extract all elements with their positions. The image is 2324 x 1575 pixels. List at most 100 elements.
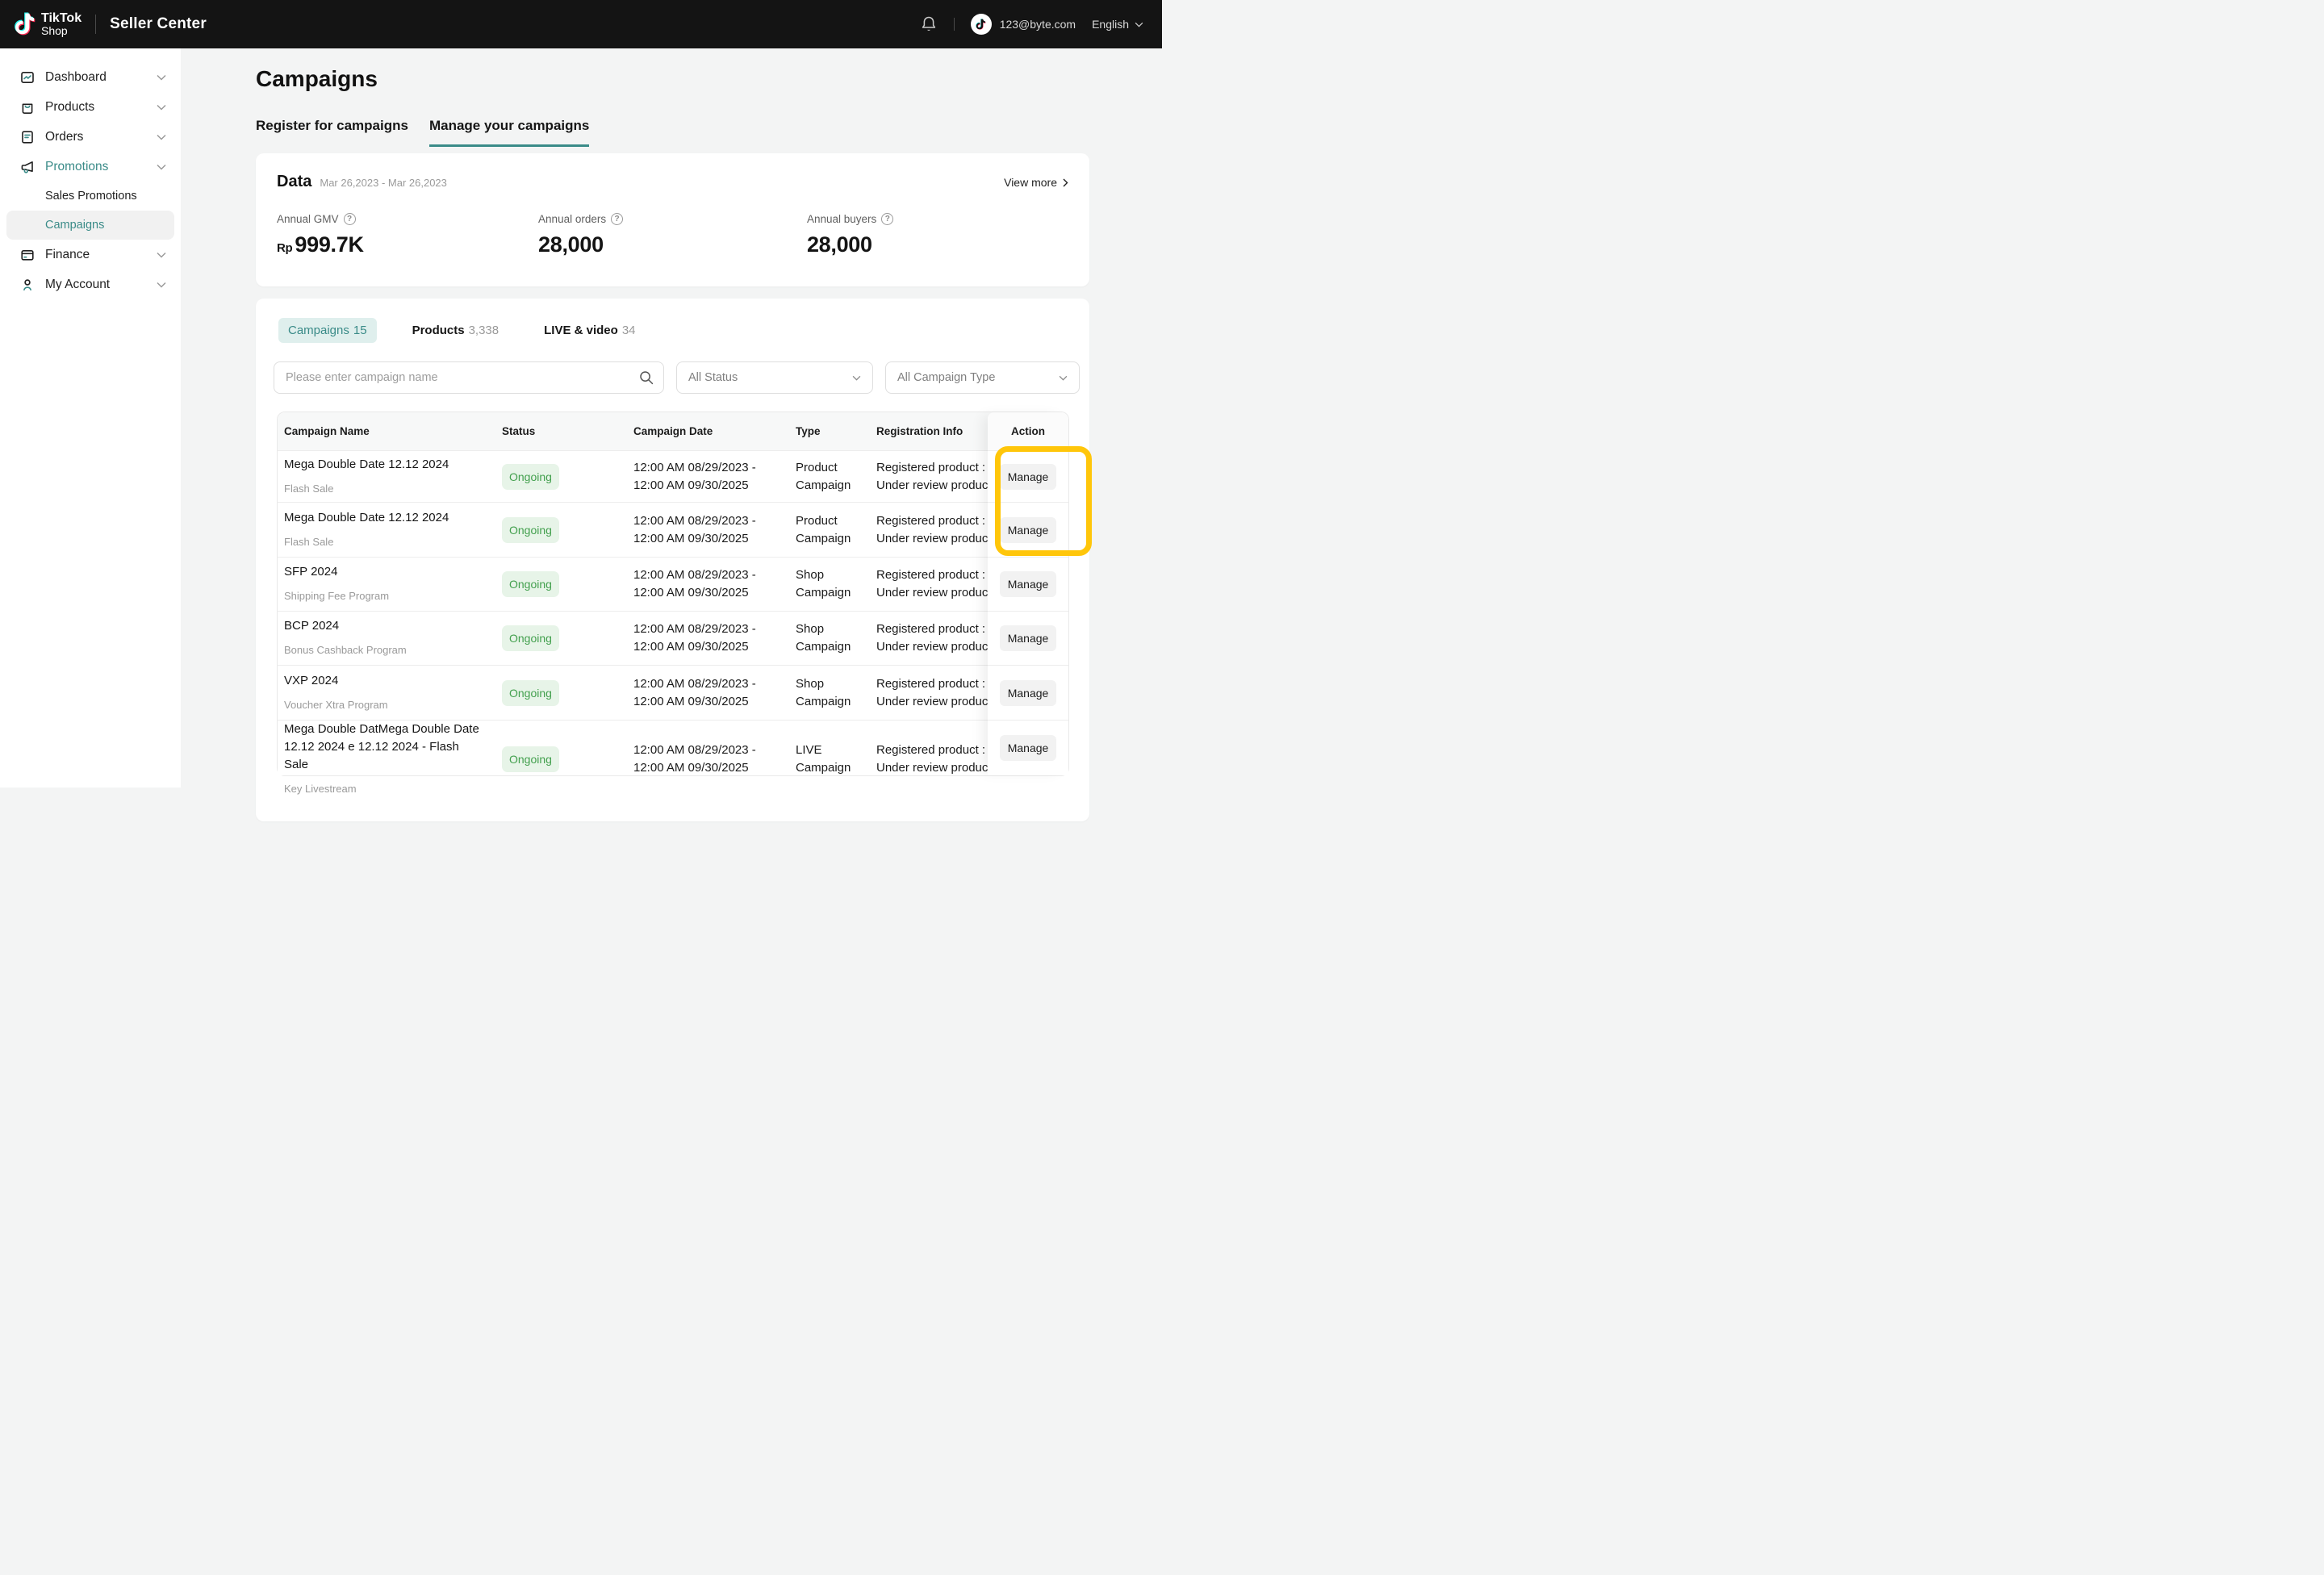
col-campaign-name: Campaign Name <box>278 425 495 437</box>
tiktok-note-icon <box>14 12 36 37</box>
dashboard-icon <box>19 69 36 86</box>
help-icon[interactable]: ? <box>344 213 356 225</box>
account-avatar[interactable] <box>971 14 992 35</box>
campaign-subtitle: Key Livestream <box>284 780 495 798</box>
sidebar-item-label: Finance <box>45 248 90 262</box>
tiktok-shop-logo[interactable]: TikTok Shop <box>14 12 82 37</box>
col-action: Action <box>988 412 1068 450</box>
chevron-down-icon <box>157 134 166 140</box>
campaign-name: SFP 2024 <box>284 563 486 581</box>
campaign-name: Mega Double Date 12.12 2024 <box>284 509 486 527</box>
view-more-link[interactable]: View more <box>1004 176 1068 189</box>
campaigns-table: Campaign Name Status Campaign Date Type … <box>277 412 1069 776</box>
sidebar-item-orders[interactable]: Orders <box>0 122 181 152</box>
chevron-down-icon <box>157 252 166 258</box>
metric-label: Annual buyers <box>807 213 876 225</box>
logo-wordmark: TikTok Shop <box>41 12 82 37</box>
action-column: Action Manage Manage Manage Manage Manag… <box>988 412 1068 775</box>
promotions-icon <box>19 159 36 175</box>
campaign-type-filter-select[interactable]: All Campaign Type <box>885 361 1080 394</box>
main-content: Campaigns Register for campaigns Manage … <box>181 48 1162 788</box>
manage-button[interactable]: Manage <box>1000 625 1056 651</box>
chevron-down-icon <box>1059 375 1068 381</box>
entity-tabs: Campaigns 15 Products 3,338 LIVE & video… <box>278 318 646 343</box>
status-filter-select[interactable]: All Status <box>676 361 873 394</box>
campaign-subtitle: Voucher Xtra Program <box>284 696 495 714</box>
tab-label: Products <box>412 324 465 337</box>
chevron-down-icon <box>157 104 166 111</box>
tab-count: 15 <box>353 324 367 337</box>
orders-icon <box>19 129 36 145</box>
manage-button[interactable]: Manage <box>1000 571 1056 597</box>
campaign-date-start: 12:00 AM 08/29/2023 - <box>633 459 789 477</box>
page-tabs: Register for campaigns Manage your campa… <box>256 118 589 147</box>
tab-campaigns[interactable]: Campaigns 15 <box>278 318 377 343</box>
chevron-down-icon <box>157 282 166 288</box>
tab-manage-your-campaigns[interactable]: Manage your campaigns <box>429 118 589 147</box>
manage-button[interactable]: Manage <box>1000 464 1056 490</box>
campaign-search-input[interactable] <box>274 361 664 394</box>
metric-annual-gmv: Annual GMV ? Rp 999.7K <box>277 213 538 257</box>
sidebar-item-campaigns[interactable]: Campaigns <box>6 211 174 240</box>
metric-value: 999.7K <box>295 232 363 257</box>
campaign-type: Product Campaign <box>789 512 870 548</box>
topbar-divider <box>95 15 96 34</box>
sidebar-item-products[interactable]: Products <box>0 92 181 122</box>
metric-label: Annual GMV <box>277 213 339 225</box>
tab-products[interactable]: Products 3,338 <box>403 318 509 343</box>
campaign-date-end: 12:00 AM 09/30/2025 <box>633 759 789 777</box>
search-icon[interactable] <box>639 370 654 385</box>
my-account-icon <box>19 277 36 293</box>
help-icon[interactable]: ? <box>611 213 623 225</box>
campaign-date-start: 12:00 AM 08/29/2023 - <box>633 742 789 759</box>
chevron-down-icon <box>1135 22 1143 27</box>
chevron-down-icon <box>157 164 166 170</box>
manage-button[interactable]: Manage <box>1000 680 1056 706</box>
help-icon[interactable]: ? <box>881 213 893 225</box>
sidebar-item-sales-promotions[interactable]: Sales Promotions <box>0 182 181 211</box>
filter-row: All Status All Campaign Type <box>274 361 1080 394</box>
sidebar-item-my-account[interactable]: My Account <box>0 269 181 299</box>
finance-icon <box>19 247 36 263</box>
sidebar-item-label: Campaigns <box>45 219 104 232</box>
sidebar-item-dashboard[interactable]: Dashboard <box>0 62 181 92</box>
products-icon <box>19 99 36 115</box>
app-name: Seller Center <box>110 15 207 33</box>
language-label: English <box>1092 18 1129 31</box>
table-row: Mega Double Date 12.12 2024 Flash Sale On… <box>278 450 1068 502</box>
table-row: Mega Double Date 12.12 2024Flash Sale On… <box>278 502 1068 557</box>
campaign-date-start: 12:00 AM 08/29/2023 - <box>633 620 789 638</box>
chevron-right-icon <box>1063 178 1068 187</box>
sidebar-item-finance[interactable]: Finance <box>0 240 181 269</box>
campaign-date-start: 12:00 AM 08/29/2023 - <box>633 512 789 530</box>
campaign-type: LIVE Campaign <box>789 742 870 777</box>
account-email[interactable]: 123@byte.com <box>1000 18 1076 31</box>
tab-live-video[interactable]: LIVE & video 34 <box>534 318 645 343</box>
campaign-type: Shop Campaign <box>789 675 870 711</box>
manage-button[interactable]: Manage <box>1000 735 1056 761</box>
status-badge: Ongoing <box>502 680 559 706</box>
status-badge: Ongoing <box>502 517 559 543</box>
campaign-subtitle: Flash Sale <box>284 480 495 498</box>
campaign-date-start: 12:00 AM 08/29/2023 - <box>633 566 789 584</box>
metrics-row: Annual GMV ? Rp 999.7K Annual orders ? 2… <box>277 213 1068 257</box>
metric-annual-orders: Annual orders ? 28,000 <box>538 213 807 257</box>
tab-register-for-campaigns[interactable]: Register for campaigns <box>256 118 408 147</box>
metric-label: Annual orders <box>538 213 606 225</box>
campaign-type: Product Campaign <box>789 459 870 495</box>
campaign-date-end: 12:00 AM 09/30/2025 <box>633 530 789 548</box>
status-badge: Ongoing <box>502 464 559 490</box>
sidebar-item-promotions[interactable]: Promotions <box>0 152 181 182</box>
campaign-date-end: 12:00 AM 09/30/2025 <box>633 477 789 495</box>
language-selector[interactable]: English <box>1092 18 1143 31</box>
sidebar-item-label: Orders <box>45 130 83 144</box>
notification-bell-icon[interactable] <box>920 15 938 33</box>
view-more-label: View more <box>1004 176 1057 189</box>
col-status: Status <box>495 425 627 437</box>
campaign-name: VXP 2024 <box>284 672 486 690</box>
campaign-name: Mega Double Date 12.12 2024 <box>284 456 486 474</box>
status-badge: Ongoing <box>502 571 559 597</box>
campaign-type: Shop Campaign <box>789 620 870 656</box>
sidebar-item-label: Promotions <box>45 160 108 174</box>
manage-button[interactable]: Manage <box>1000 517 1056 543</box>
